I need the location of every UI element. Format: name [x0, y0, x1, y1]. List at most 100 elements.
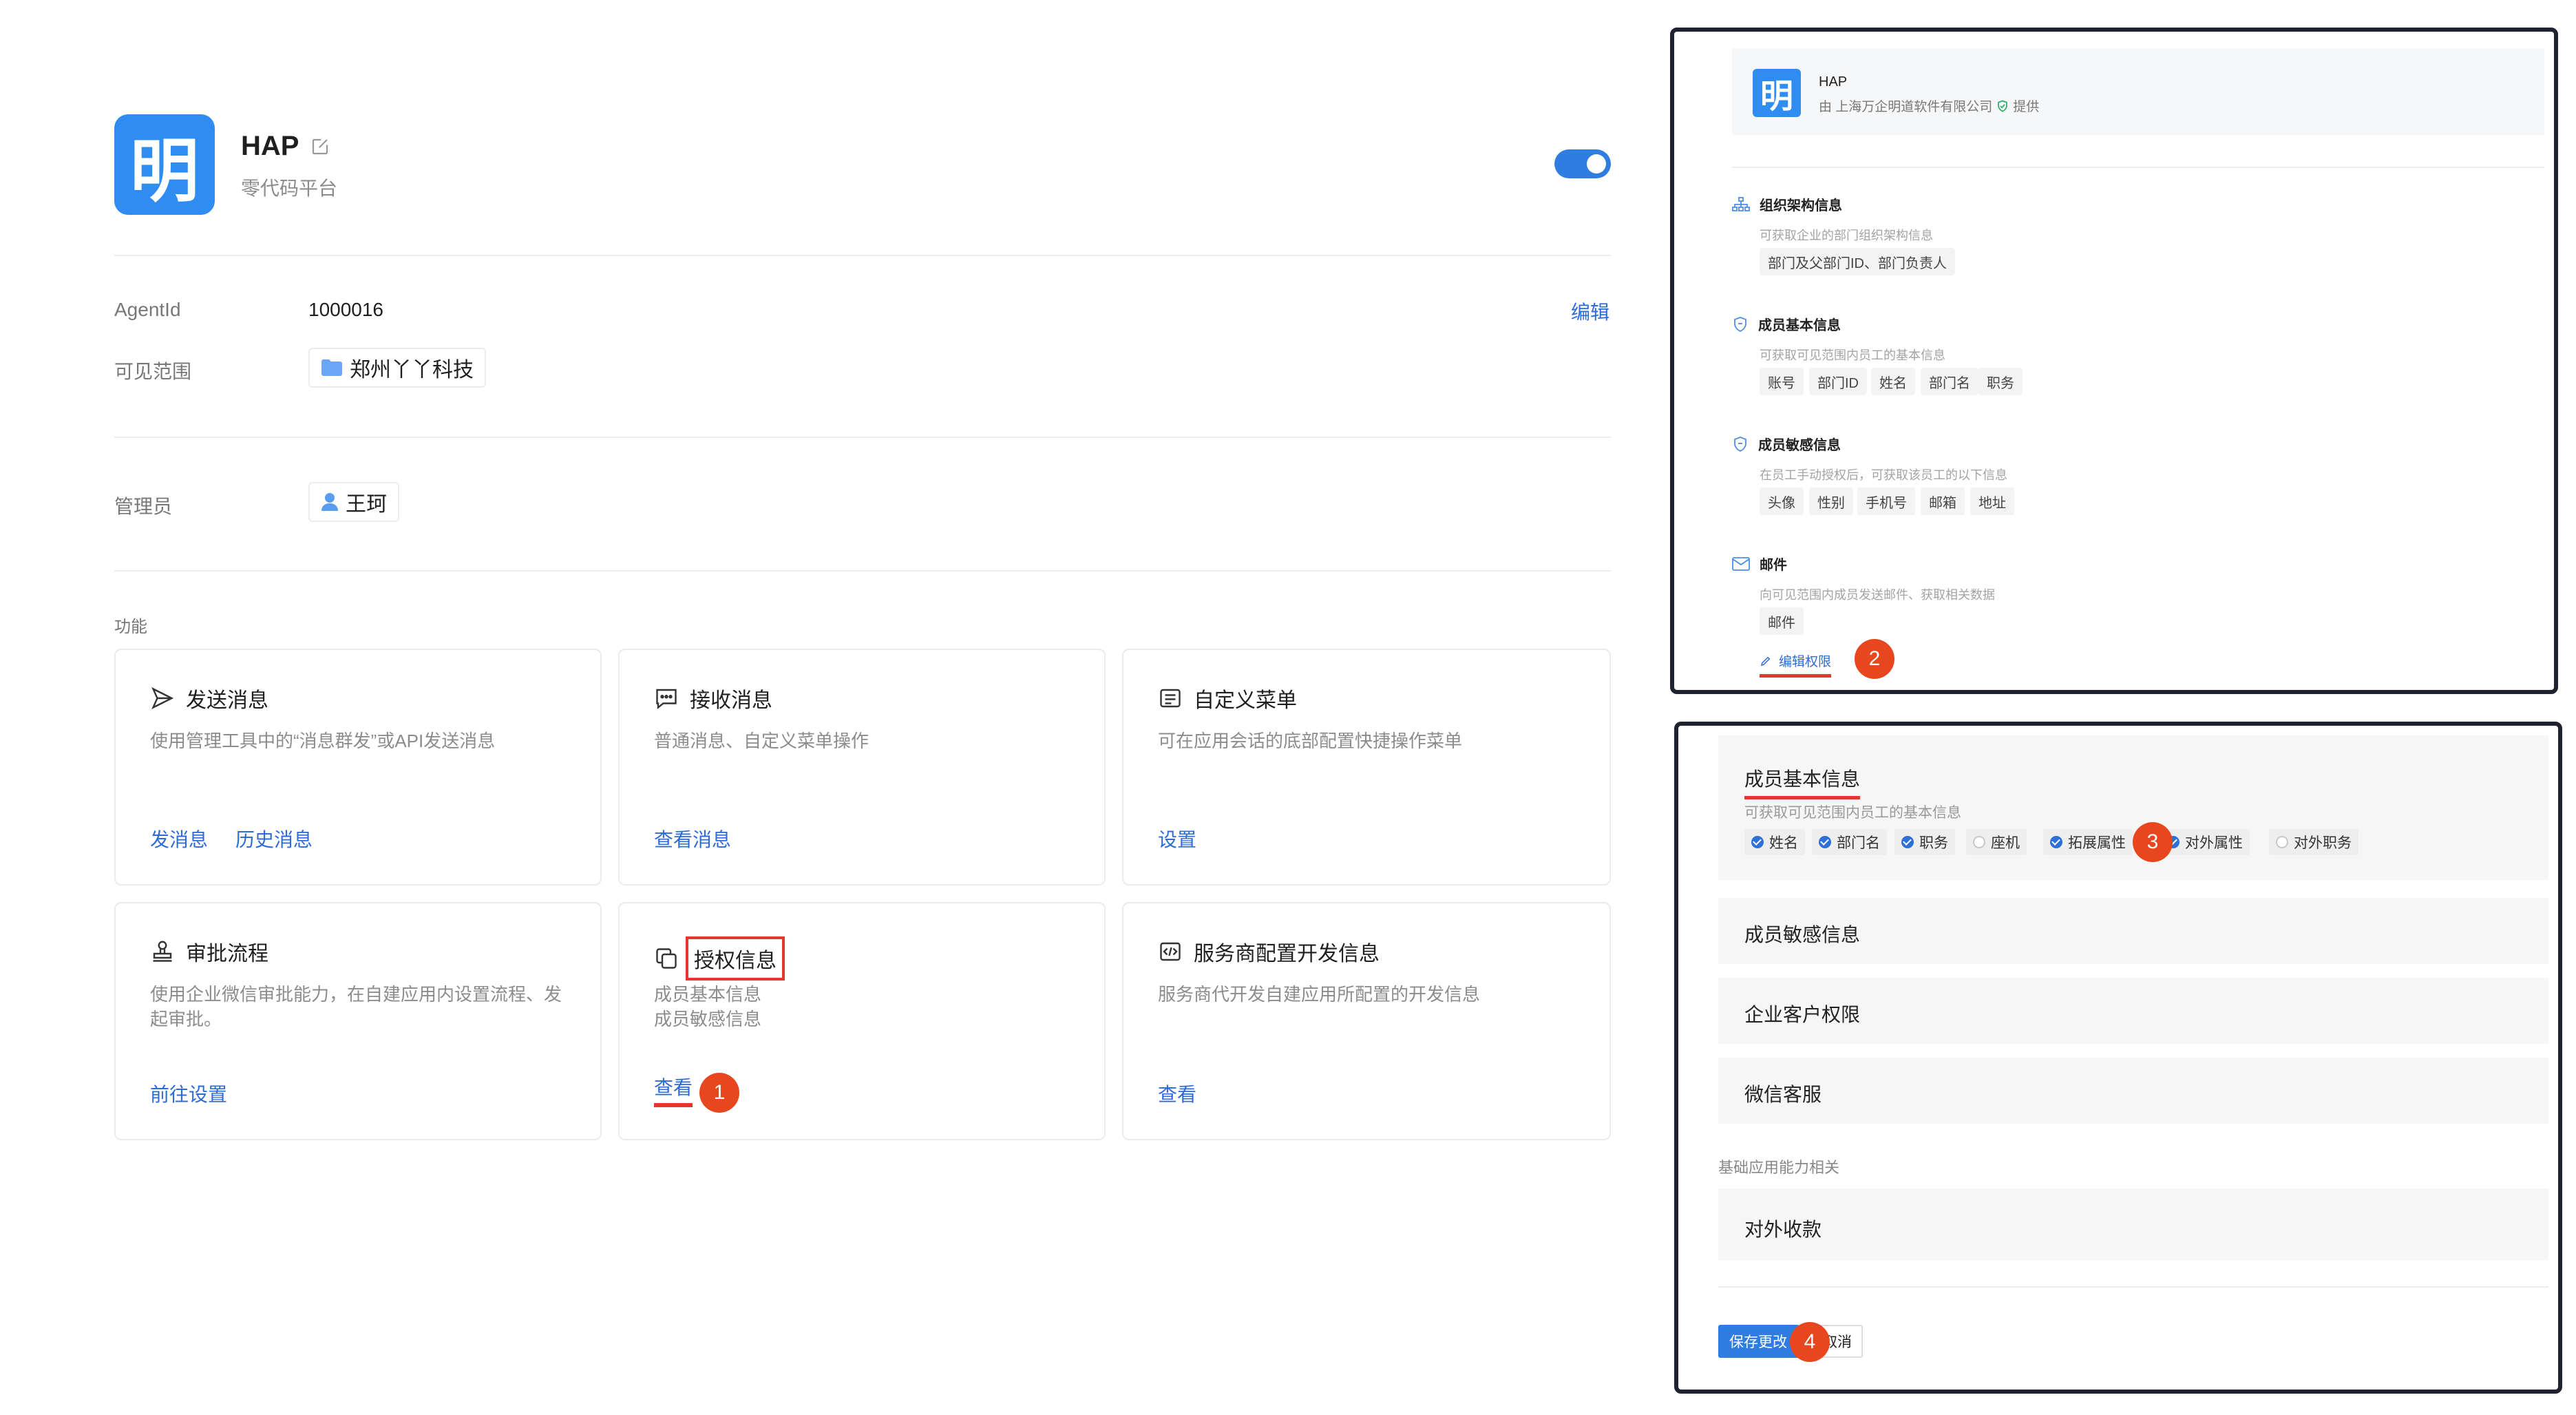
section-org-title: 组织架构信息	[1732, 194, 1842, 214]
card-title: 自定义菜单	[1194, 689, 1297, 712]
approval-settings-link[interactable]: 前往设置	[150, 1080, 227, 1107]
section-desc: 可获取可见范围内员工的基本信息	[1760, 348, 1945, 362]
feature-card-custom-menu: 自定义菜单 可在应用会话的底部配置快捷操作菜单 设置	[1122, 649, 1611, 885]
checkbox-empty-icon	[1973, 836, 1985, 848]
app-subtitle: 零代码平台	[241, 178, 338, 199]
divider	[114, 437, 1611, 438]
option-checkbox[interactable]: 座机	[1966, 829, 2027, 855]
permission-tag: 职务	[1978, 368, 2023, 395]
copy-icon	[656, 948, 677, 969]
permission-row-label: 对外收款	[1744, 1219, 1822, 1240]
permission-tag: 手机号	[1857, 488, 1915, 515]
mail-icon	[1732, 556, 1750, 571]
card-title: 发送消息	[186, 689, 268, 712]
view-dev-info-link[interactable]: 查看	[1158, 1080, 1196, 1107]
agentid-value: 1000016	[308, 299, 384, 320]
card-desc: 服务商代开发自建应用所配置的开发信息	[1158, 984, 1481, 1005]
permission-tag: 姓名	[1871, 368, 1915, 395]
visible-scope-value: 郑州丫丫科技	[350, 359, 474, 381]
card-desc: 普通消息、自定义菜单操作	[654, 731, 869, 751]
permission-row[interactable]	[1718, 1058, 2548, 1124]
card-desc: 可在应用会话的底部配置快捷操作菜单	[1158, 731, 1463, 751]
visible-scope-chip[interactable]: 郑州丫丫科技	[308, 348, 486, 388]
option-checkbox[interactable]: 部门名	[1812, 829, 1887, 855]
permission-edit-panel: 成员基本信息 可获取可见范围内员工的基本信息 姓名 部门名 职务 座机 拓展属性…	[1674, 722, 2562, 1394]
app-logo-small: 明	[1753, 69, 1801, 117]
permission-row[interactable]	[1718, 1188, 2548, 1260]
option-label: 座机	[1991, 835, 2020, 851]
step-badge-3: 3	[2133, 822, 2173, 862]
app-title-row: HAP	[241, 131, 330, 162]
checkbox-checked-icon	[2050, 836, 2062, 848]
send-message-link[interactable]: 发消息	[150, 825, 208, 852]
edit-permission-label: 编辑权限	[1779, 655, 1832, 669]
option-checkbox[interactable]: 姓名	[1744, 829, 1805, 855]
org-icon	[1732, 196, 1750, 211]
user-icon	[321, 493, 338, 511]
checkbox-empty-icon	[2276, 836, 2288, 848]
divider	[1718, 1286, 2548, 1288]
card-desc: 成员基本信息 成员敏感信息	[654, 982, 761, 1031]
option-checkbox[interactable]: 职务	[1894, 829, 1955, 855]
group-label: 基础应用能力相关	[1718, 1159, 1840, 1176]
visible-scope-label: 可见范围	[114, 361, 192, 382]
permission-tag: 性别	[1809, 488, 1853, 515]
section-title-text: 组织架构信息	[1760, 198, 1842, 213]
card-desc: 使用管理工具中的“消息群发”或API发送消息	[150, 731, 496, 751]
option-label: 职务	[1919, 835, 1948, 851]
app-logo: 明	[114, 114, 215, 215]
option-label: 姓名	[1769, 835, 1798, 851]
edit-info-link[interactable]: 编辑	[1571, 297, 1609, 325]
feature-card-send-message: 发送消息 使用管理工具中的“消息群发”或API发送消息 发消息 历史消息	[114, 649, 602, 885]
divider	[114, 255, 1611, 256]
checkbox-checked-icon	[1751, 836, 1764, 848]
checkbox-checked-icon	[1901, 836, 1914, 848]
section-title-text: 成员敏感信息	[1758, 438, 1841, 453]
card-title: 接收消息	[690, 689, 772, 712]
folder-icon	[321, 359, 342, 376]
save-button[interactable]: 保存更改	[1718, 1325, 1799, 1358]
feature-card-provider-dev-info: 服务商配置开发信息 服务商代开发自建应用所配置的开发信息 查看	[1122, 902, 1611, 1140]
section-title-text: 成员基本信息	[1758, 318, 1841, 333]
option-checkbox[interactable]: 对外职务	[2269, 829, 2358, 855]
app-enable-toggle[interactable]	[1554, 149, 1611, 178]
features-label: 功能	[114, 618, 147, 636]
feature-card-approval: 审批流程 使用企业微信审批能力，在自建应用内设置流程、发 起审批。 前往设置	[114, 902, 602, 1140]
section-desc: 在员工手动授权后，可获取该员工的以下信息	[1760, 468, 2007, 482]
menu-settings-link[interactable]: 设置	[1158, 825, 1196, 852]
step-badge-4: 4	[1790, 1322, 1830, 1362]
card-desc-line: 成员敏感信息	[654, 1009, 762, 1029]
edit-permission-link[interactable]: 编辑权限	[1760, 651, 1832, 678]
chat-icon	[656, 689, 677, 709]
card-desc: 使用企业微信审批能力，在自建应用内设置流程、发 起审批。	[150, 982, 562, 1031]
permission-row-label: 微信客服	[1744, 1084, 1822, 1105]
edit-icon[interactable]	[310, 136, 330, 157]
feature-card-authorization: 授权信息 成员基本信息 成员敏感信息 查看	[618, 902, 1106, 1140]
option-checkbox[interactable]: 拓展属性	[2043, 829, 2133, 855]
section-desc: 可获取企业的部门组织架构信息	[1760, 229, 1933, 242]
section-sensitive-title: 成员敏感信息	[1732, 434, 1841, 454]
basic-info-title: 成员基本信息	[1744, 764, 1861, 799]
section-desc: 向可见范围内成员发送邮件、获取相关数据	[1760, 588, 1995, 602]
permission-tag: 部门ID	[1809, 368, 1867, 395]
authorization-detail-panel: 明 HAP 由 上海万企明道软件有限公司 提供 组织架构信息 可获取企业的部门组…	[1670, 28, 2558, 694]
history-message-link[interactable]: 历史消息	[235, 825, 313, 852]
option-label: 对外属性	[2185, 835, 2243, 851]
send-icon	[151, 686, 174, 710]
code-icon	[1160, 942, 1181, 961]
checkbox-checked-icon	[1819, 836, 1831, 848]
permission-tag: 部门及父部门ID、部门负责人	[1760, 248, 1955, 275]
view-messages-link[interactable]: 查看消息	[654, 825, 731, 852]
permission-row-label: 成员敏感信息	[1744, 924, 1861, 945]
verified-icon	[1998, 100, 2008, 112]
permission-tag: 邮箱	[1921, 488, 1965, 515]
divider	[114, 570, 1611, 572]
admin-chip[interactable]: 王珂	[308, 482, 399, 522]
card-title: 服务商配置开发信息	[1194, 943, 1380, 965]
option-label: 拓展属性	[2068, 835, 2126, 851]
section-title-text: 邮件	[1760, 558, 1787, 573]
view-authorization-link[interactable]: 查看	[654, 1073, 693, 1107]
feature-card-receive-message: 接收消息 普通消息、自定义菜单操作 查看消息	[618, 649, 1106, 885]
permission-tag: 头像	[1760, 488, 1804, 515]
option-checkbox[interactable]: 对外属性	[2160, 829, 2250, 855]
